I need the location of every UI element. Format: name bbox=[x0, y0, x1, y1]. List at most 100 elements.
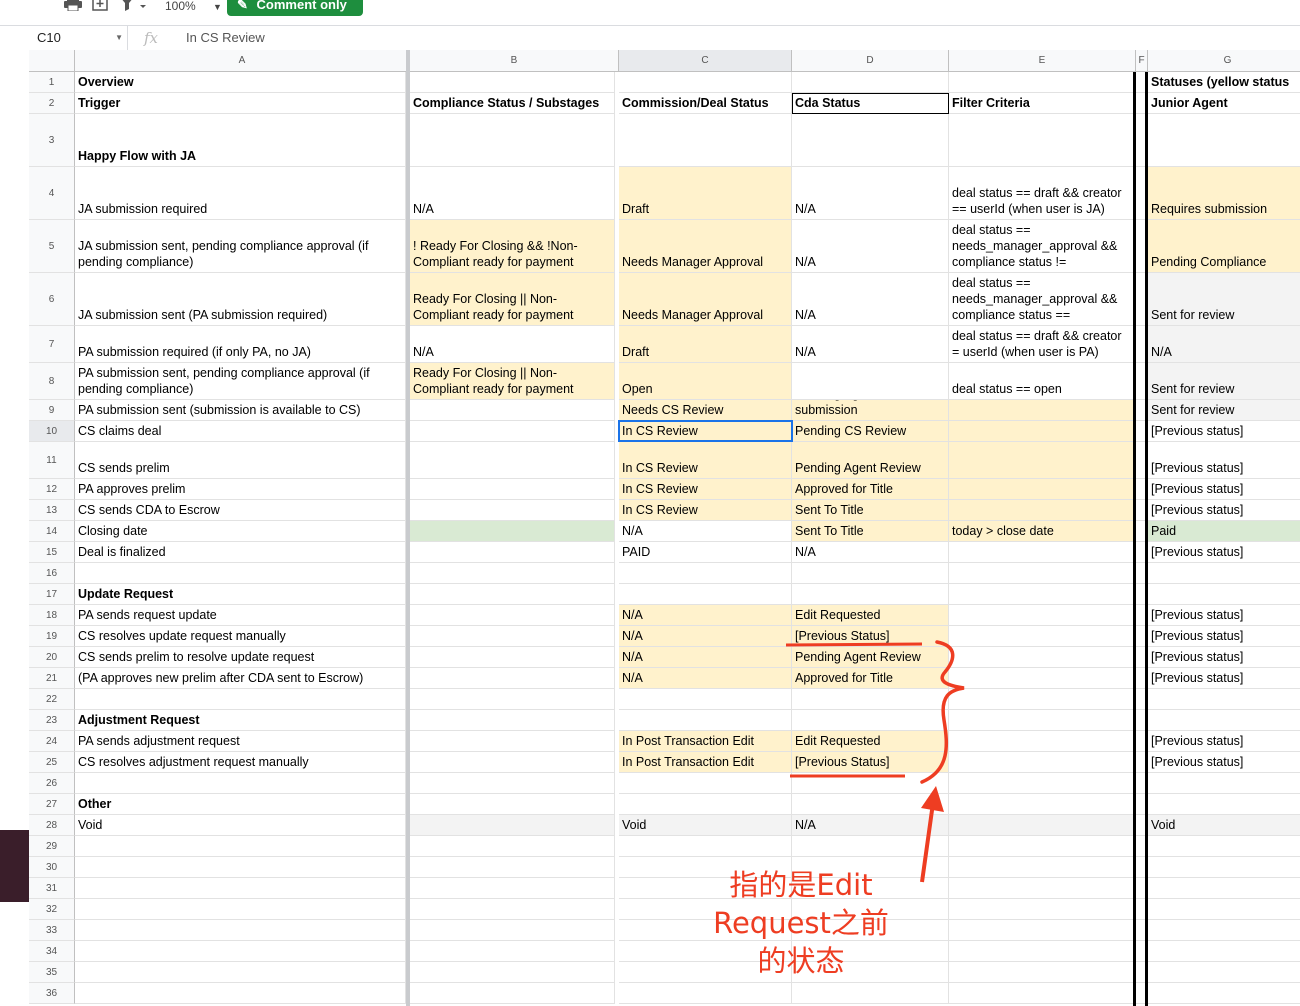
cell-a36[interactable] bbox=[75, 983, 406, 1004]
cell-g19[interactable]: [Previous status] bbox=[1148, 626, 1300, 647]
cell-d8[interactable] bbox=[792, 363, 949, 400]
cell-a4[interactable]: JA submission required bbox=[75, 167, 406, 220]
cell-a23[interactable]: Adjustment Request bbox=[75, 710, 406, 731]
cell-g27[interactable] bbox=[1148, 794, 1300, 815]
cell-e25[interactable] bbox=[949, 752, 1136, 773]
cell-d24[interactable]: Edit Requested bbox=[792, 731, 949, 752]
cell-a3[interactable]: Happy Flow with JA bbox=[75, 114, 406, 167]
cell-c20[interactable]: N/A bbox=[619, 647, 792, 668]
cell-d11[interactable]: Pending Agent Review bbox=[792, 442, 949, 479]
cell-b33[interactable] bbox=[410, 920, 615, 941]
cell-c5[interactable]: Needs Manager Approval bbox=[619, 220, 792, 273]
row-header-13[interactable]: 13 bbox=[29, 500, 75, 521]
cell-d5[interactable]: N/A bbox=[792, 220, 949, 273]
cell-a21[interactable]: (PA approves new prelim after CDA sent t… bbox=[75, 668, 406, 689]
cell-e1[interactable] bbox=[949, 72, 1136, 93]
cell-a28[interactable]: Void bbox=[75, 815, 406, 836]
row-header-10[interactable]: 10 bbox=[29, 421, 75, 442]
cell-g18[interactable]: [Previous status] bbox=[1148, 605, 1300, 626]
cell-a19[interactable]: CS resolves update request manually bbox=[75, 626, 406, 647]
cell-b22[interactable] bbox=[410, 689, 615, 710]
cell-g3[interactable] bbox=[1148, 114, 1300, 167]
cell-e27[interactable] bbox=[949, 794, 1136, 815]
cell-c28[interactable]: Void bbox=[619, 815, 792, 836]
cell-g36[interactable] bbox=[1148, 983, 1300, 1004]
row-header-16[interactable]: 16 bbox=[29, 563, 75, 584]
row-header-25[interactable]: 25 bbox=[29, 752, 75, 773]
cell-b20[interactable] bbox=[410, 647, 615, 668]
cell-e36[interactable] bbox=[949, 983, 1136, 1004]
row-header-27[interactable]: 27 bbox=[29, 794, 75, 815]
cell-e22[interactable] bbox=[949, 689, 1136, 710]
cell-c23[interactable] bbox=[619, 710, 792, 731]
cell-b7[interactable]: N/A bbox=[410, 326, 615, 363]
cell-a26[interactable] bbox=[75, 773, 406, 794]
cell-b4[interactable]: N/A bbox=[410, 167, 615, 220]
column-header-b[interactable]: B bbox=[410, 50, 619, 72]
row-header-29[interactable]: 29 bbox=[29, 836, 75, 857]
cell-b27[interactable] bbox=[410, 794, 615, 815]
row-header-6[interactable]: 6 bbox=[29, 273, 75, 326]
cell-g29[interactable] bbox=[1148, 836, 1300, 857]
cell-e5[interactable]: deal status == needs_manager_approval &&… bbox=[949, 220, 1136, 273]
cell-b11[interactable] bbox=[410, 442, 615, 479]
cell-g16[interactable] bbox=[1148, 563, 1300, 584]
cell-e9[interactable] bbox=[949, 400, 1136, 421]
cell-b24[interactable] bbox=[410, 731, 615, 752]
cell-b28[interactable] bbox=[410, 815, 615, 836]
cell-b16[interactable] bbox=[410, 563, 615, 584]
cell-b23[interactable] bbox=[410, 710, 615, 731]
row-header-5[interactable]: 5 bbox=[29, 220, 75, 273]
cell-g25[interactable]: [Previous status] bbox=[1148, 752, 1300, 773]
cell-b19[interactable] bbox=[410, 626, 615, 647]
cell-c6[interactable]: Needs Manager Approval bbox=[619, 273, 792, 326]
cell-e13[interactable] bbox=[949, 500, 1136, 521]
zoom-select[interactable]: 100% ▼ bbox=[165, 0, 222, 15]
row-header-1[interactable]: 1 bbox=[29, 72, 75, 93]
cell-b32[interactable] bbox=[410, 899, 615, 920]
cell-b6[interactable]: Ready For Closing || Non-Compliant ready… bbox=[410, 273, 615, 326]
cell-g30[interactable] bbox=[1148, 857, 1300, 878]
cell-d13[interactable]: Sent To Title bbox=[792, 500, 949, 521]
cell-a13[interactable]: CS sends CDA to Escrow bbox=[75, 500, 406, 521]
cell-a7[interactable]: PA submission required (if only PA, no J… bbox=[75, 326, 406, 363]
cell-a32[interactable] bbox=[75, 899, 406, 920]
cell-d22[interactable] bbox=[792, 689, 949, 710]
cell-a10[interactable]: CS claims deal bbox=[75, 421, 406, 442]
cell-a27[interactable]: Other bbox=[75, 794, 406, 815]
cell-c29[interactable] bbox=[619, 836, 792, 857]
row-header-17[interactable]: 17 bbox=[29, 584, 75, 605]
row-header-3[interactable]: 3 bbox=[29, 114, 75, 167]
cell-g7[interactable]: N/A bbox=[1148, 326, 1300, 363]
cell-d7[interactable]: N/A bbox=[792, 326, 949, 363]
cell-e4[interactable]: deal status == draft && creator == userI… bbox=[949, 167, 1136, 220]
cell-d6[interactable]: N/A bbox=[792, 273, 949, 326]
cell-g31[interactable] bbox=[1148, 878, 1300, 899]
cell-c24[interactable]: In Post Transaction Edit bbox=[619, 731, 792, 752]
cell-b21[interactable] bbox=[410, 668, 615, 689]
cell-b18[interactable] bbox=[410, 605, 615, 626]
row-header-8[interactable]: 8 bbox=[29, 363, 75, 400]
cell-d27[interactable] bbox=[792, 794, 949, 815]
row-header-34[interactable]: 34 bbox=[29, 941, 75, 962]
row-header-15[interactable]: 15 bbox=[29, 542, 75, 563]
column-header-g[interactable]: G bbox=[1148, 50, 1300, 72]
cell-g32[interactable] bbox=[1148, 899, 1300, 920]
cell-a34[interactable] bbox=[75, 941, 406, 962]
filter-icon[interactable] bbox=[120, 0, 146, 15]
cell-c27[interactable] bbox=[619, 794, 792, 815]
cell-d16[interactable] bbox=[792, 563, 949, 584]
cell-c22[interactable] bbox=[619, 689, 792, 710]
row-header-19[interactable]: 19 bbox=[29, 626, 75, 647]
cell-e15[interactable] bbox=[949, 542, 1136, 563]
cell-g10[interactable]: [Previous status] bbox=[1148, 421, 1300, 442]
cell-g13[interactable]: [Previous status] bbox=[1148, 500, 1300, 521]
cell-b34[interactable] bbox=[410, 941, 615, 962]
cell-e12[interactable] bbox=[949, 479, 1136, 500]
cell-a17[interactable]: Update Request bbox=[75, 584, 406, 605]
cell-b12[interactable] bbox=[410, 479, 615, 500]
cell-b31[interactable] bbox=[410, 878, 615, 899]
cell-b29[interactable] bbox=[410, 836, 615, 857]
cell-e35[interactable] bbox=[949, 962, 1136, 983]
row-header-28[interactable]: 28 bbox=[29, 815, 75, 836]
